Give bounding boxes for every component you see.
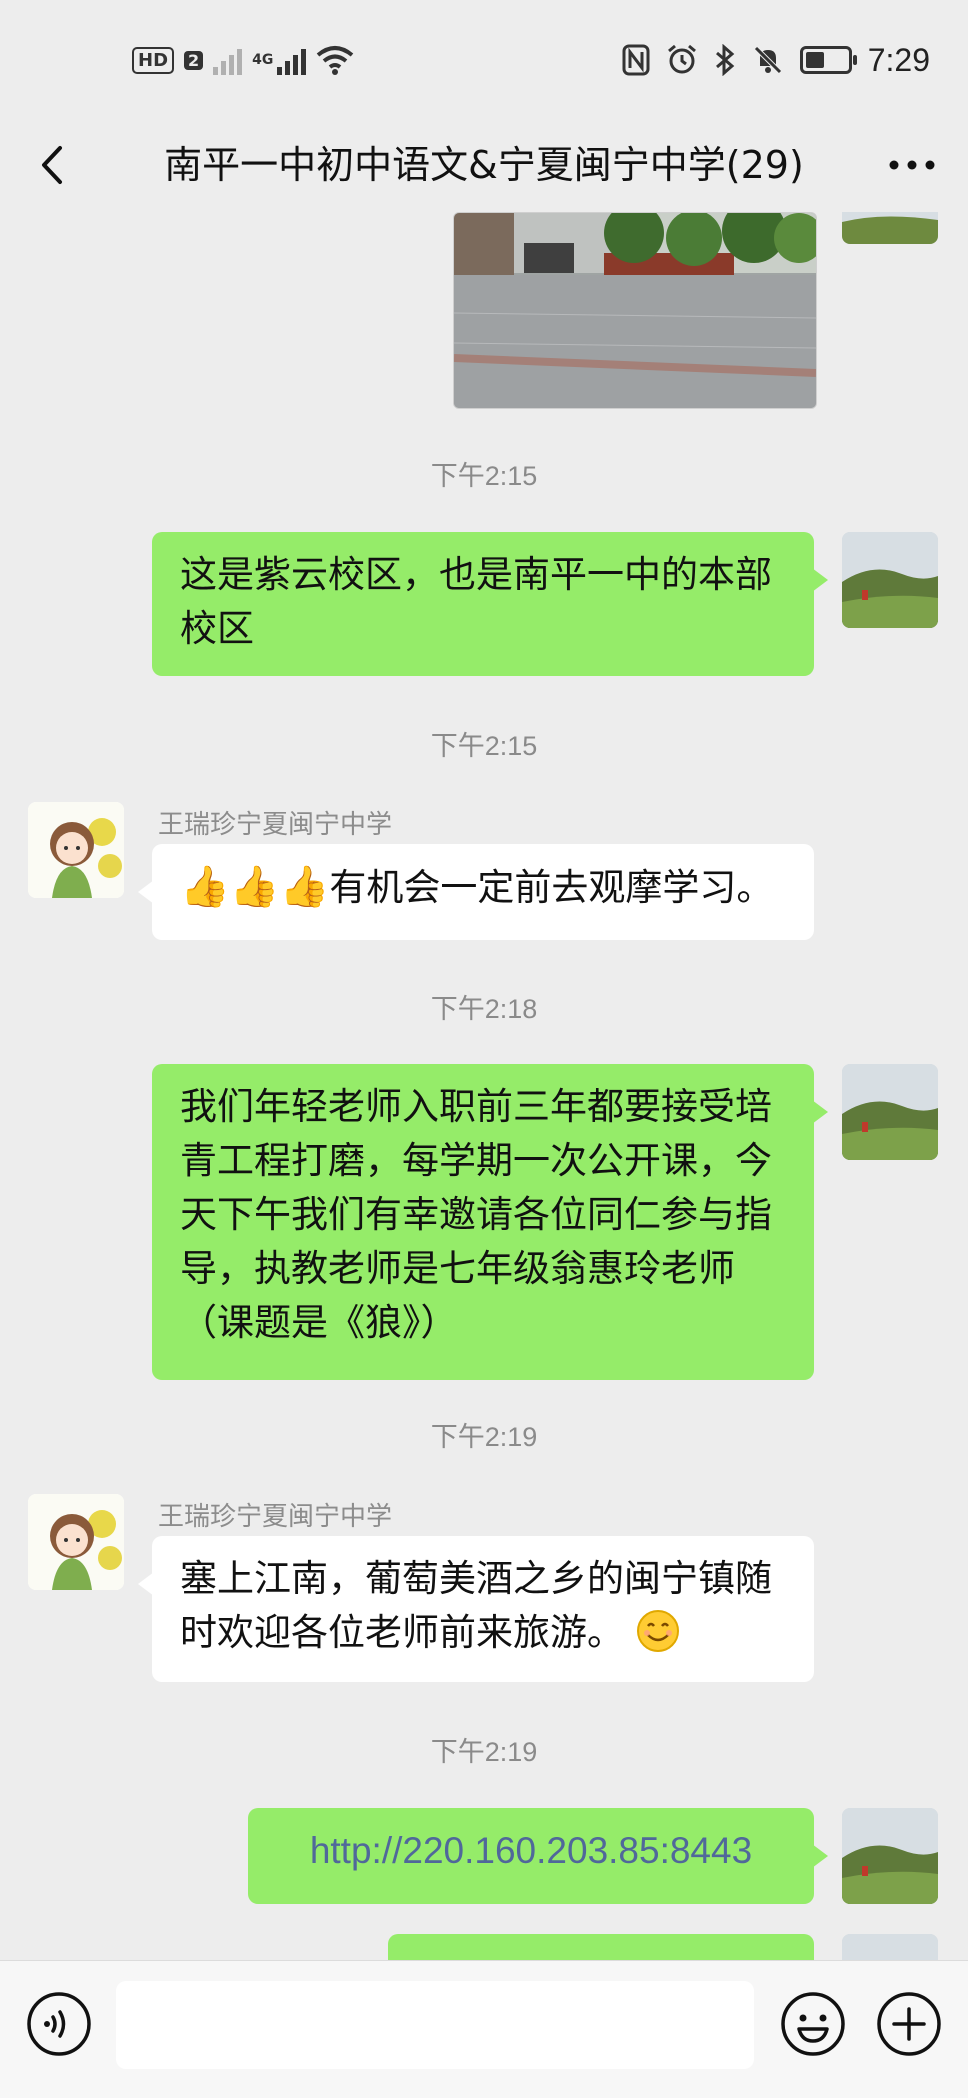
emoji-icon[interactable] — [780, 1991, 846, 2057]
nfc-icon — [622, 44, 650, 76]
chat-header: 南平一中初中语文&宁夏闽宁中学(29) — [0, 118, 968, 212]
campus-photo[interactable] — [453, 212, 817, 409]
bluetooth-icon — [715, 44, 735, 76]
input-bar — [0, 1960, 968, 2098]
status-time: 7:29 — [867, 41, 930, 78]
message-text: 这是紫云校区，也是南平一中的本部校区 — [180, 553, 772, 650]
battery-icon — [799, 46, 857, 74]
sim-slot-badge: 2 — [184, 50, 204, 70]
my-avatar[interactable] — [842, 212, 938, 244]
smile-emoji-icon — [636, 1610, 679, 1652]
sender-name: 王瑞珍宁夏闽宁中学 — [158, 1502, 393, 1532]
status-right: 7:29 — [622, 36, 930, 84]
more-dots-icon[interactable] — [882, 143, 942, 187]
hd-badge: HD — [132, 46, 175, 74]
timestamp: 下午2:15 — [430, 731, 538, 761]
message-bubble-incoming[interactable]: 塞上江南，葡萄美酒之乡的闽宁镇随时欢迎各位老师前来旅游。 — [138, 1536, 814, 1682]
alarm-icon — [667, 44, 696, 74]
message-text: 我们年轻老师入职前三年都要接受培青工程打磨，每学期一次公开课，今天下午我们有幸邀… — [180, 1085, 772, 1344]
voice-icon[interactable] — [26, 1991, 92, 2057]
status-bar: HD 2 4G 7:29 — [0, 0, 968, 118]
message-bubble-outgoing[interactable]: 这是紫云校区，也是南平一中的本部校区 — [152, 532, 828, 676]
my-avatar[interactable] — [842, 1808, 938, 1904]
my-avatar[interactable] — [842, 1064, 938, 1160]
timestamp: 下午2:19 — [430, 1422, 538, 1452]
signal-sim2-icon — [277, 45, 307, 75]
thumbs-up-emoji-icon: 👍👍👍 — [180, 864, 330, 910]
plus-icon[interactable] — [876, 1991, 942, 2057]
wifi-icon — [317, 46, 354, 75]
message-bubble-outgoing-partial[interactable] — [388, 1934, 814, 1960]
my-avatar[interactable] — [842, 1934, 938, 1960]
contact-avatar[interactable] — [28, 802, 124, 898]
mute-icon — [753, 46, 782, 74]
message-text: 有机会一定前去观摩学习。 — [329, 866, 774, 909]
signal-sim1-icon — [213, 45, 243, 75]
status-left: HD 2 4G — [132, 40, 354, 80]
timestamp: 下午2:18 — [430, 994, 538, 1024]
back-chevron-icon[interactable] — [30, 140, 80, 190]
contact-avatar[interactable] — [28, 1494, 124, 1590]
network-type-label: 4G — [252, 52, 274, 68]
message-bubble-outgoing[interactable]: http://220.160.203.85:8443 — [248, 1808, 828, 1904]
my-avatar[interactable] — [842, 532, 938, 628]
sender-name: 王瑞珍宁夏闽宁中学 — [158, 810, 393, 840]
message-link[interactable]: http://220.160.203.85:8443 — [310, 1830, 752, 1871]
chat-title: 南平一中初中语文&宁夏闽宁中学(29) — [164, 143, 804, 187]
message-input[interactable] — [116, 1981, 754, 2069]
message-list[interactable]: 下午2:15 这是紫云校区，也是南平一中的本部校区 下午2:15 王瑞珍宁夏闽宁… — [0, 212, 968, 1960]
message-bubble-incoming[interactable]: 👍👍👍有机会一定前去观摩学习。 — [138, 844, 814, 940]
timestamp: 下午2:19 — [430, 1737, 538, 1767]
message-bubble-outgoing[interactable]: 我们年轻老师入职前三年都要接受培青工程打磨，每学期一次公开课，今天下午我们有幸邀… — [152, 1064, 828, 1380]
message-text: 塞上江南，葡萄美酒之乡的闽宁镇随时欢迎各位老师前来旅游。 — [180, 1557, 772, 1654]
timestamp: 下午2:15 — [430, 461, 538, 491]
